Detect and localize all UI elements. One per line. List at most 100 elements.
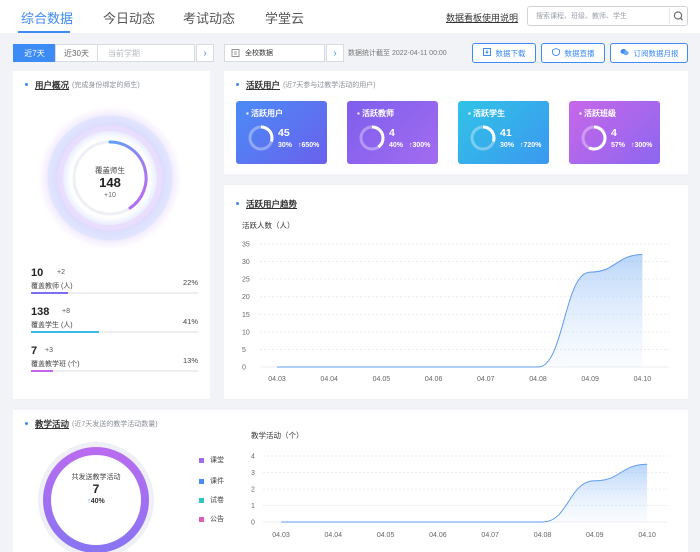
active-card[interactable]: ▪ 活跃班级 4 57% ↑300% bbox=[569, 101, 660, 164]
active-card-increase: ↑720% bbox=[520, 142, 542, 149]
teacher-progress-fill bbox=[31, 292, 68, 294]
scope-select[interactable]: 全校数据 bbox=[224, 44, 325, 62]
x-tick-label: 04.03 bbox=[272, 532, 290, 539]
y-tick-label: 3 bbox=[251, 470, 255, 477]
range-30-days[interactable]: 近30天 bbox=[55, 44, 98, 62]
subscribe-icon bbox=[620, 48, 629, 58]
tab-exam[interactable]: 考试动态 bbox=[183, 8, 235, 27]
subscribe-label: 订阅数据月报 bbox=[633, 48, 679, 58]
total-increase: +10 bbox=[104, 192, 116, 199]
x-tick-label: 04.04 bbox=[320, 376, 338, 383]
series-area bbox=[277, 254, 643, 367]
chevron-right-icon: › bbox=[203, 47, 207, 59]
student-progress bbox=[31, 331, 198, 333]
active-card[interactable]: ▪ 活跃用户 45 30% ↑650% bbox=[236, 101, 327, 164]
active-card[interactable]: ▪ 活跃学生 41 30% ↑720% bbox=[458, 101, 549, 164]
active-trend-chart: 0 5 10 15 20 25 30 35 04.03 04.04 04.05 04.06 04.07 0… bbox=[242, 242, 669, 383]
y-tick-label: 0 bbox=[242, 365, 246, 372]
total-users: 148 bbox=[99, 175, 121, 190]
active-tab-indicator bbox=[18, 31, 70, 33]
class-label: 覆盖教学班 (个) bbox=[31, 361, 80, 368]
title-dot bbox=[236, 83, 239, 86]
active-users-title: 活跃用户 bbox=[246, 80, 281, 90]
download-icon bbox=[482, 48, 491, 58]
top-nav: 综合数据 今日动态 考试动态 学堂云 数据看板使用说明 bbox=[0, 0, 700, 33]
range-current-term[interactable]: 当前学期 bbox=[97, 44, 195, 62]
class-progress bbox=[31, 370, 198, 372]
active-card-value: 45 bbox=[278, 127, 290, 139]
live-label: 数据直播 bbox=[564, 48, 595, 58]
y-tick-label: 15 bbox=[242, 312, 250, 319]
range-next-button[interactable]: › bbox=[196, 44, 214, 62]
student-count: 138 bbox=[31, 306, 50, 318]
x-tick-label: 04.05 bbox=[377, 532, 395, 539]
download-button[interactable]: 数据下载 bbox=[472, 43, 536, 63]
tab-xuetangyun[interactable]: 学堂云 bbox=[265, 8, 304, 27]
active-card-pct: 40% bbox=[389, 142, 404, 149]
teacher-pct: 22% bbox=[182, 278, 198, 287]
live-button[interactable]: 数据直播 bbox=[541, 43, 605, 63]
x-tick-label: 04.06 bbox=[429, 532, 447, 539]
y-tick-label: 4 bbox=[251, 454, 255, 461]
user-overview-card: 用户概况 (完成身份绑定的师生) 覆盖师生 148 +10 10 +2 覆盖教师… bbox=[13, 71, 210, 399]
x-tick-label: 04.10 bbox=[638, 532, 656, 539]
tab-today[interactable]: 今日动态 bbox=[103, 8, 155, 27]
y-tick-label: 0 bbox=[251, 520, 255, 527]
student-pct: 41% bbox=[182, 317, 198, 326]
x-tick-label: 04.03 bbox=[268, 376, 286, 383]
subscribe-button[interactable]: 订阅数据月报 bbox=[610, 43, 688, 63]
user-overview-title: 用户概况 bbox=[35, 80, 70, 90]
range-7-days[interactable]: 近7天 bbox=[13, 44, 56, 62]
student-increase: +8 bbox=[62, 308, 70, 315]
class-increase-value: 3 bbox=[49, 347, 53, 354]
active-trend-card: 活跃用户趋势 活跃人数（人） 0 5 10 15 20 25 30 35 04.03 04.04 0… bbox=[224, 185, 688, 399]
student-progress-fill bbox=[31, 331, 100, 333]
download-label: 数据下载 bbox=[495, 48, 526, 58]
series-area bbox=[281, 464, 648, 522]
y-tick-label: 25 bbox=[242, 277, 250, 284]
user-overview-subtitle: (完成身份绑定的师生) bbox=[72, 82, 140, 89]
search-input[interactable] bbox=[528, 7, 663, 25]
stat-date: 数据统计截至 2022-04-11 00:00 bbox=[348, 50, 447, 57]
active-card-value: 4 bbox=[611, 127, 617, 139]
y-tick-label: 10 bbox=[242, 329, 250, 336]
active-card-pct: 30% bbox=[278, 142, 293, 149]
x-tick-label: 04.07 bbox=[477, 376, 495, 383]
search-box bbox=[527, 6, 688, 26]
live-icon bbox=[551, 48, 560, 58]
class-count: 7 bbox=[31, 345, 38, 357]
active-card-title: ▪ 活跃班级 bbox=[579, 109, 617, 118]
x-tick-label: 04.04 bbox=[325, 532, 343, 539]
help-link[interactable]: 数据看板使用说明 bbox=[446, 11, 518, 24]
x-tick-label: 04.06 bbox=[425, 376, 443, 383]
scope-next-button[interactable]: › bbox=[326, 44, 344, 62]
student-increase-value: 8 bbox=[66, 308, 70, 315]
active-users-subtitle: (近7天参与过教学活动的用户) bbox=[283, 82, 376, 89]
active-card-value: 4 bbox=[389, 127, 395, 139]
active-card-title: ▪ 活跃用户 bbox=[246, 109, 284, 118]
search-icon[interactable] bbox=[669, 8, 685, 24]
title-dot bbox=[25, 83, 28, 86]
tab-overview[interactable]: 综合数据 bbox=[21, 8, 73, 27]
x-tick-label: 04.09 bbox=[581, 376, 599, 383]
active-card-ring bbox=[581, 125, 607, 151]
x-tick-label: 04.09 bbox=[586, 532, 604, 539]
x-tick-label: 04.07 bbox=[481, 532, 499, 539]
x-tick-label: 04.10 bbox=[634, 376, 652, 383]
x-tick-label: 04.08 bbox=[534, 532, 552, 539]
student-label: 覆盖学生 (人) bbox=[31, 322, 73, 329]
teacher-increase-value: 2 bbox=[61, 269, 65, 276]
y-tick-label: 1 bbox=[251, 503, 255, 510]
active-card-title: ▪ 活跃学生 bbox=[468, 109, 506, 118]
class-pct: 13% bbox=[182, 356, 198, 365]
chevron-right-icon: › bbox=[333, 47, 337, 59]
active-card[interactable]: ▪ 活跃教师 4 40% ↑300% bbox=[347, 101, 438, 164]
active-card-increase: ↑300% bbox=[631, 142, 653, 149]
teacher-count: 10 bbox=[31, 267, 44, 279]
scope-label: 全校数据 bbox=[245, 50, 273, 57]
total-increase-value: 10 bbox=[108, 192, 116, 199]
active-card-ring bbox=[359, 125, 385, 151]
x-tick-label: 04.05 bbox=[373, 376, 391, 383]
teacher-label: 覆盖教师 (人) bbox=[31, 283, 73, 290]
class-increase: +3 bbox=[45, 347, 53, 354]
